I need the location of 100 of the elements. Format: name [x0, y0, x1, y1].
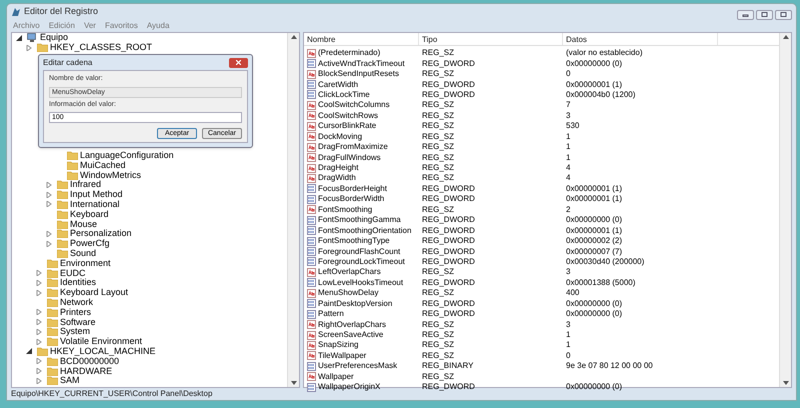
string-value-icon	[307, 174, 316, 183]
value-data: 0x00000001 (1)	[565, 226, 624, 235]
value-name[interactable]: DragFullWindows	[318, 154, 381, 162]
menu-item[interactable]: Favoritos	[104, 20, 138, 32]
value-type: REG_DWORD	[421, 184, 476, 193]
tree-item[interactable]: SAM	[60, 376, 80, 386]
value-name[interactable]: LowLevelHooksTimeout	[318, 278, 404, 287]
maximize-button[interactable]	[756, 10, 773, 20]
value-name[interactable]: DockMoving	[318, 132, 362, 141]
value-name[interactable]: CaretWidth	[318, 80, 358, 89]
value-name[interactable]: ScreenSaveActive	[318, 331, 384, 340]
value-type: REG_SZ	[421, 122, 456, 130]
menu-item[interactable]: Archivo	[13, 20, 40, 32]
value-name[interactable]: ForegroundLockTimeout	[318, 258, 405, 266]
value-name[interactable]: FocusBorderWidth	[318, 195, 384, 204]
tree-item[interactable]: HKEY_CLASSES_ROOT	[50, 43, 152, 52]
value-type: REG_SZ	[421, 268, 456, 276]
value-name[interactable]: FontSmoothingOrientation	[318, 226, 412, 235]
column-header[interactable]: Tipo	[419, 33, 563, 45]
binary-value-icon	[307, 194, 316, 204]
collapse-arrow-icon[interactable]	[26, 348, 35, 354]
value-name[interactable]: Pattern	[318, 310, 344, 318]
value-type: REG_DWORD	[421, 60, 476, 68]
value-name[interactable]: DragWidth	[318, 174, 356, 182]
tree-item[interactable]: LanguageConfiguration	[80, 150, 174, 160]
value-name[interactable]: ForegroundFlashCount	[318, 248, 400, 256]
value-name[interactable]: CoolSwitchRows	[318, 112, 378, 120]
string-value-icon	[307, 132, 316, 142]
column-header[interactable]: Nombre	[304, 33, 419, 45]
close-button[interactable]	[229, 58, 248, 68]
column-header[interactable]: Datos	[563, 33, 718, 45]
value-name[interactable]: PaintDesktopVersion	[318, 300, 392, 308]
scroll-up-icon[interactable]	[782, 35, 788, 39]
tree-item[interactable]: Keyboard Layout	[60, 288, 128, 298]
scroll-down-icon[interactable]	[290, 381, 296, 385]
scrollbar[interactable]	[287, 33, 299, 387]
value-name[interactable]: LeftOverlapChars	[318, 268, 381, 276]
tree-item[interactable]: Equipo	[40, 33, 68, 42]
binary-value-icon	[307, 80, 316, 90]
minimize-button[interactable]	[737, 10, 754, 20]
value-name[interactable]: (Predeterminado)	[318, 49, 380, 58]
value-name[interactable]: BlockSendInputResets	[318, 70, 399, 78]
close-button[interactable]	[775, 10, 792, 20]
value-name[interactable]: SnapSizing	[318, 341, 358, 350]
tree-item[interactable]: Software	[60, 318, 96, 327]
tree-item[interactable]: HKEY_LOCAL_MACHINE	[50, 346, 156, 356]
tree-item[interactable]: HARDWARE	[60, 366, 112, 376]
tree-item[interactable]: Network	[60, 298, 94, 307]
value-name[interactable]: CursorBlinkRate	[318, 122, 376, 130]
tree-item[interactable]: Personalization	[70, 229, 132, 238]
folder-icon	[67, 170, 78, 180]
tree-item[interactable]: Mouse	[70, 220, 98, 229]
value-name[interactable]: CoolSwitchColumns	[318, 101, 390, 110]
value-name[interactable]: RightOverlapChars	[318, 320, 386, 329]
tree-item[interactable]: System	[60, 327, 90, 336]
value-name[interactable]: DragFromMaximize	[318, 143, 388, 152]
tree-item[interactable]: Keyboard	[70, 210, 109, 219]
scrollbar[interactable]	[779, 33, 791, 387]
tree-item[interactable]: PowerCfg	[70, 239, 110, 248]
value-type: REG_DWORD	[421, 258, 476, 266]
string-value-icon	[307, 164, 316, 173]
value-name[interactable]: MenuShowDelay	[318, 289, 378, 298]
collapse-arrow-icon[interactable]	[16, 34, 25, 41]
tree-item[interactable]: Environment	[60, 258, 111, 268]
value-name[interactable]: UserPreferencesMask	[318, 362, 398, 370]
tree-item[interactable]: WindowMetrics	[80, 170, 142, 180]
string-value-icon	[307, 70, 316, 79]
tree-item[interactable]: EUDC	[60, 268, 86, 278]
value-name[interactable]: Wallpaper	[318, 372, 354, 381]
value-name[interactable]: FocusBorderHeight	[318, 184, 387, 193]
tree-item[interactable]: Identities	[60, 278, 96, 288]
value-name[interactable]: ClickLockTime	[318, 90, 370, 99]
tree-item[interactable]: Sound	[70, 248, 96, 258]
status-bar-path: Equipo\HKEY_CURRENT_USER\Control Panel\Desktop	[11, 388, 212, 400]
value-name[interactable]: ActiveWndTrackTimeout	[318, 60, 405, 68]
scroll-up-icon[interactable]	[290, 35, 296, 39]
string-value-icon	[307, 111, 316, 120]
value-type: REG_SZ	[421, 132, 456, 141]
value-name[interactable]: FontSmoothing	[318, 206, 372, 214]
tree-item[interactable]: International	[70, 200, 120, 209]
value-name[interactable]: DragHeight	[318, 164, 358, 172]
value-name[interactable]: WallpaperOriginX	[318, 383, 380, 392]
tree-item[interactable]: Printers	[60, 308, 92, 317]
tree-item[interactable]: Infrared	[70, 180, 102, 190]
scroll-down-icon[interactable]	[782, 381, 788, 385]
value-type: REG_SZ	[421, 320, 456, 329]
value-data: 0	[565, 352, 572, 360]
value-name[interactable]: FontSmoothingType	[318, 237, 390, 246]
tree-item[interactable]: Input Method	[70, 190, 123, 200]
tree-item[interactable]: Volatile Environment	[60, 337, 142, 346]
menu-item[interactable]: Ver	[84, 20, 96, 32]
tree-item[interactable]: MuiCached	[80, 160, 126, 170]
menu-item[interactable]: Edición	[48, 20, 75, 32]
value-name[interactable]: TileWallpaper	[318, 352, 366, 360]
window-title: Editor del Registro	[24, 4, 98, 18]
computer-icon	[27, 33, 38, 42]
menu-item[interactable]: Ayuda	[146, 20, 170, 32]
tree-item[interactable]: BCD00000000	[60, 356, 120, 366]
value-name[interactable]: FontSmoothingGamma	[318, 216, 401, 224]
value-type: REG_SZ	[421, 352, 456, 360]
